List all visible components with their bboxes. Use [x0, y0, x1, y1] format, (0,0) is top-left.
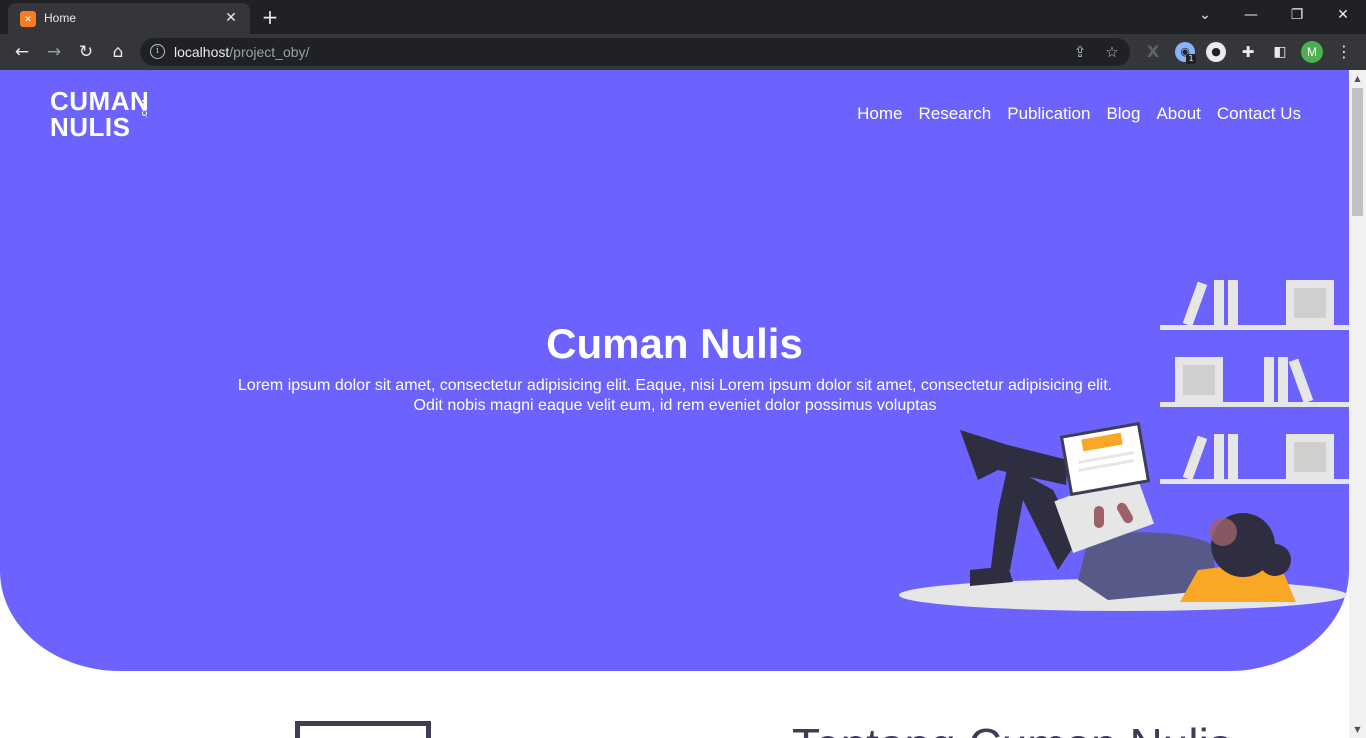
nav-blog[interactable]: Blog: [1106, 104, 1140, 124]
side-panel-icon[interactable]: ◧: [1270, 42, 1290, 62]
scroll-thumb[interactable]: [1352, 88, 1363, 216]
nav-contact-us[interactable]: Contact Us: [1217, 104, 1301, 124]
nav-about[interactable]: About: [1156, 104, 1200, 124]
browser-tab[interactable]: ✕ Home ✕: [8, 3, 250, 34]
menu-kebab-icon[interactable]: ⋮: [1334, 42, 1354, 62]
logo-line2: NULIS: [50, 112, 131, 142]
forward-arrow-icon[interactable]: →: [42, 40, 66, 64]
extension-circle-icon[interactable]: ●: [1206, 42, 1226, 62]
logo-line1: CUMAN: [50, 86, 150, 116]
url-path: /project_oby/: [229, 44, 310, 60]
new-tab-button[interactable]: +: [258, 5, 282, 29]
tab-close-icon[interactable]: ✕: [222, 9, 240, 27]
tab-title: Home: [44, 11, 77, 25]
home-icon[interactable]: ⌂: [106, 40, 130, 64]
extension-x-icon[interactable]: X: [1143, 42, 1163, 62]
scroll-up-arrow-icon[interactable]: ▲: [1349, 70, 1366, 87]
extensions-puzzle-icon[interactable]: ✚: [1238, 42, 1258, 62]
back-arrow-icon[interactable]: ←: [10, 40, 34, 64]
about-image-frame: [295, 721, 431, 738]
url-text[interactable]: localhost/project_oby/: [174, 44, 309, 60]
page-viewport: CUMAN NULIS .COM Home Research Publicati…: [0, 70, 1366, 738]
hero-section: CUMAN NULIS .COM Home Research Publicati…: [0, 70, 1349, 671]
nav-home[interactable]: Home: [857, 104, 902, 124]
profile-avatar[interactable]: M: [1301, 41, 1323, 63]
logo-suffix: .COM: [142, 99, 149, 118]
restore-button[interactable]: ❐: [1274, 0, 1320, 30]
main-nav: Home Research Publication Blog About Con…: [857, 104, 1301, 124]
minimize-button[interactable]: —: [1228, 0, 1274, 30]
share-icon[interactable]: ⇪: [1070, 42, 1090, 62]
browser-toolbar: ← → ↻ ⌂ i localhost/project_oby/ ⇪ ☆ X ◉…: [0, 34, 1366, 70]
reload-icon[interactable]: ↻: [74, 40, 98, 64]
url-host: localhost: [174, 44, 230, 60]
extension-badge: 1: [1186, 54, 1196, 64]
close-window-button[interactable]: ✕: [1320, 0, 1366, 30]
tab-search-icon[interactable]: ⌄: [1182, 0, 1228, 30]
nav-research[interactable]: Research: [919, 104, 992, 124]
info-icon[interactable]: i: [150, 44, 165, 59]
nav-publication[interactable]: Publication: [1007, 104, 1090, 124]
xampp-favicon-icon: ✕: [20, 11, 36, 27]
site-logo[interactable]: CUMAN NULIS .COM: [50, 88, 156, 142]
browser-tab-bar: ✕ Home ✕ + ⌄ — ❐ ✕: [0, 0, 1366, 34]
reading-person-illustration: [899, 280, 1349, 611]
bookmark-star-icon[interactable]: ☆: [1102, 42, 1122, 62]
page-scrollbar[interactable]: ▲ ▼: [1349, 70, 1366, 738]
section-title: Tentang Cuman Nulis: [792, 718, 1232, 738]
scroll-down-arrow-icon[interactable]: ▼: [1349, 721, 1366, 738]
address-bar[interactable]: i localhost/project_oby/ ⇪ ☆: [140, 38, 1130, 66]
